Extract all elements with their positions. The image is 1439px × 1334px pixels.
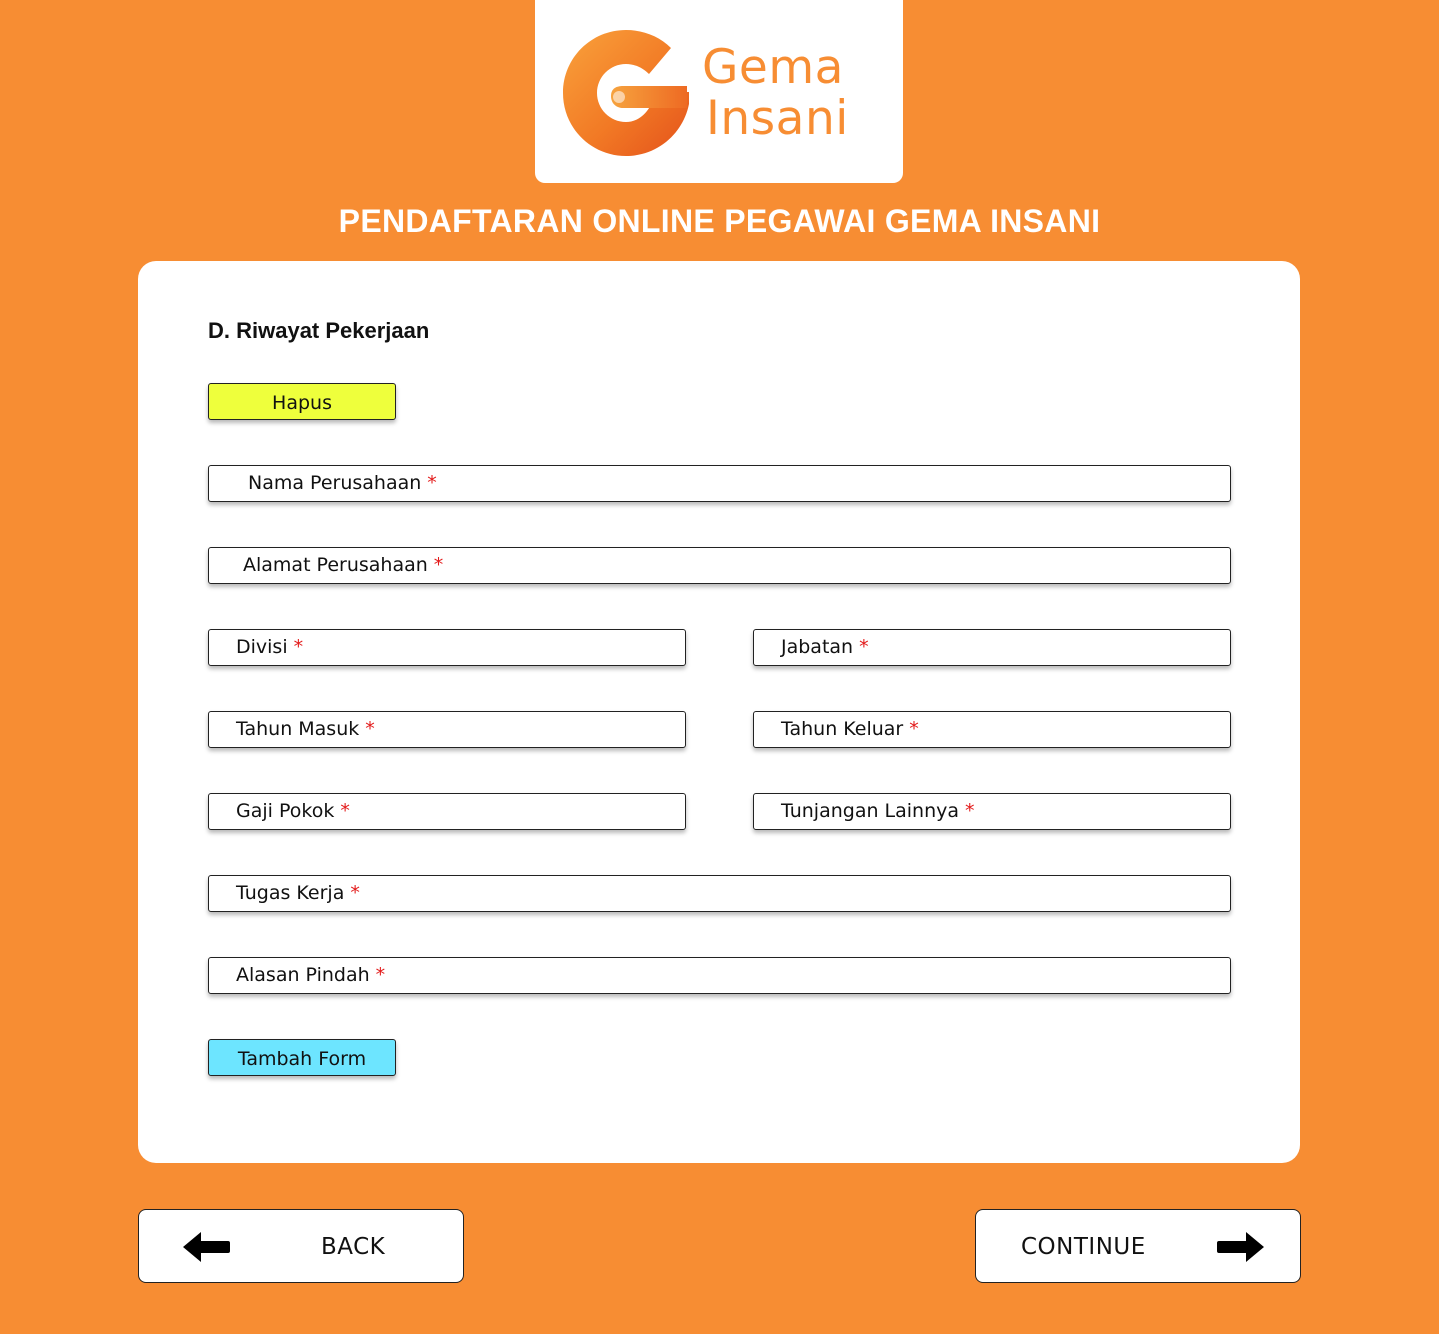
logo-container: Gema Insani (535, 0, 903, 183)
delete-button[interactable]: Hapus (208, 383, 396, 420)
required-marker: * (293, 636, 304, 658)
tahun-keluar-label-wrap: Tahun Keluar * (781, 720, 919, 739)
brand-name-line1: Gema (702, 40, 844, 95)
jabatan-field[interactable]: Jabatan * (753, 629, 1231, 666)
required-marker: * (859, 636, 869, 658)
divisi-label-wrap: Divisi * (236, 638, 303, 657)
required-marker: * (350, 882, 360, 904)
tahun-masuk-field[interactable]: Tahun Masuk * (208, 711, 686, 748)
tugas-kerja-label: Tugas Kerja (236, 882, 345, 904)
continue-button[interactable]: CONTINUE (975, 1209, 1301, 1283)
alamat-perusahaan-label: Alamat Perusahaan (243, 554, 428, 576)
divisi-field[interactable]: Divisi * (208, 629, 686, 666)
registration-page: { "brand": { "name_line1": "Gema", "name… (0, 0, 1439, 1334)
required-marker: * (433, 554, 444, 576)
required-marker: * (427, 472, 437, 494)
section-title: D. Riwayat Pekerjaan (208, 318, 430, 343)
tugas-kerja-label-wrap: Tugas Kerja * (236, 884, 360, 903)
tahun-keluar-label: Tahun Keluar (781, 718, 904, 740)
tunjangan-lainnya-field[interactable]: Tunjangan Lainnya * (753, 793, 1231, 830)
required-marker: * (909, 718, 919, 740)
nama-perusahaan-label-wrap: Nama Perusahaan * (248, 474, 437, 493)
required-marker: * (375, 964, 386, 986)
jabatan-label-wrap: Jabatan * (781, 638, 869, 657)
gaji-pokok-field[interactable]: Gaji Pokok * (208, 793, 686, 830)
jabatan-label: Jabatan (781, 636, 854, 658)
alasan-pindah-label-wrap: Alasan Pindah * (236, 966, 385, 985)
alamat-perusahaan-field[interactable]: Alamat Perusahaan * (208, 547, 1231, 584)
add-form-button[interactable]: Tambah Form (208, 1039, 396, 1076)
page-title: PENDAFTARAN ONLINE PEGAWAI GEMA INSANI (338, 203, 1101, 239)
gaji-pokok-label: Gaji Pokok (236, 800, 335, 822)
alasan-pindah-label: Alasan Pindah (236, 964, 370, 986)
continue-label: CONTINUE (1021, 1234, 1146, 1260)
back-button[interactable]: BACK (138, 1209, 464, 1283)
back-label: BACK (321, 1234, 386, 1260)
required-marker: * (965, 800, 975, 822)
alasan-pindah-field[interactable]: Alasan Pindah * (208, 957, 1231, 994)
brand-name-line2: Insani (706, 91, 849, 146)
tunjangan-lainnya-label: Tunjangan Lainnya (781, 800, 960, 822)
required-marker: * (340, 800, 350, 822)
g-logo-icon (563, 30, 689, 156)
tahun-keluar-field[interactable]: Tahun Keluar * (753, 711, 1231, 748)
arrow-left-icon (183, 1232, 230, 1262)
nama-perusahaan-field[interactable]: Nama Perusahaan * (208, 465, 1231, 502)
tunjangan-lainnya-label-wrap: Tunjangan Lainnya * (781, 802, 975, 821)
arrow-right-icon (1217, 1232, 1264, 1262)
tugas-kerja-field[interactable]: Tugas Kerja * (208, 875, 1231, 912)
tahun-masuk-label-wrap: Tahun Masuk * (236, 720, 375, 739)
alamat-perusahaan-label-wrap: Alamat Perusahaan * (243, 556, 443, 575)
nama-perusahaan-label: Nama Perusahaan (248, 472, 422, 494)
required-marker: * (365, 718, 375, 740)
tahun-masuk-label: Tahun Masuk (236, 718, 360, 740)
divisi-label: Divisi (236, 636, 288, 658)
gaji-pokok-label-wrap: Gaji Pokok * (236, 802, 350, 821)
